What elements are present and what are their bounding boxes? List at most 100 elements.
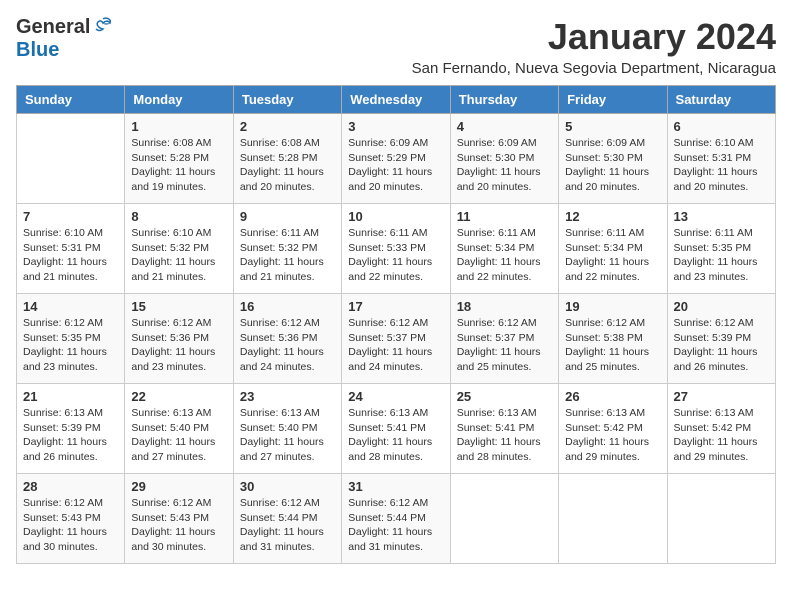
calendar-cell: 30 Sunrise: 6:12 AMSunset: 5:44 PMDaylig… (233, 474, 341, 564)
calendar-cell: 21 Sunrise: 6:13 AMSunset: 5:39 PMDaylig… (17, 384, 125, 474)
day-number: 5 (565, 119, 660, 134)
calendar-cell: 16 Sunrise: 6:12 AMSunset: 5:36 PMDaylig… (233, 294, 341, 384)
day-detail: Sunrise: 6:10 AMSunset: 5:31 PMDaylight:… (674, 136, 769, 195)
day-number: 3 (348, 119, 443, 134)
day-number: 18 (457, 299, 552, 314)
calendar-week-1: 1 Sunrise: 6:08 AMSunset: 5:28 PMDayligh… (17, 114, 776, 204)
day-detail: Sunrise: 6:11 AMSunset: 5:34 PMDaylight:… (457, 226, 552, 285)
calendar-cell (667, 474, 775, 564)
month-title: January 2024 (412, 16, 776, 58)
calendar-cell: 8 Sunrise: 6:10 AMSunset: 5:32 PMDayligh… (125, 204, 233, 294)
calendar-cell: 13 Sunrise: 6:11 AMSunset: 5:35 PMDaylig… (667, 204, 775, 294)
day-number: 12 (565, 209, 660, 224)
day-number: 23 (240, 389, 335, 404)
calendar-cell: 17 Sunrise: 6:12 AMSunset: 5:37 PMDaylig… (342, 294, 450, 384)
page-header: General Blue January 2024 San Fernando, … (16, 16, 776, 77)
calendar-cell (559, 474, 667, 564)
calendar-cell: 7 Sunrise: 6:10 AMSunset: 5:31 PMDayligh… (17, 204, 125, 294)
col-header-monday: Monday (125, 86, 233, 114)
day-number: 25 (457, 389, 552, 404)
day-number: 7 (23, 209, 118, 224)
col-header-sunday: Sunday (17, 86, 125, 114)
day-detail: Sunrise: 6:13 AMSunset: 5:40 PMDaylight:… (131, 406, 226, 465)
day-number: 19 (565, 299, 660, 314)
calendar-cell: 11 Sunrise: 6:11 AMSunset: 5:34 PMDaylig… (450, 204, 558, 294)
day-detail: Sunrise: 6:11 AMSunset: 5:33 PMDaylight:… (348, 226, 443, 285)
calendar-week-4: 21 Sunrise: 6:13 AMSunset: 5:39 PMDaylig… (17, 384, 776, 474)
calendar-cell: 14 Sunrise: 6:12 AMSunset: 5:35 PMDaylig… (17, 294, 125, 384)
day-detail: Sunrise: 6:12 AMSunset: 5:36 PMDaylight:… (240, 316, 335, 375)
day-detail: Sunrise: 6:12 AMSunset: 5:39 PMDaylight:… (674, 316, 769, 375)
day-detail: Sunrise: 6:12 AMSunset: 5:37 PMDaylight:… (457, 316, 552, 375)
day-number: 29 (131, 479, 226, 494)
day-number: 1 (131, 119, 226, 134)
calendar-cell: 2 Sunrise: 6:08 AMSunset: 5:28 PMDayligh… (233, 114, 341, 204)
day-detail: Sunrise: 6:09 AMSunset: 5:30 PMDaylight:… (457, 136, 552, 195)
calendar-cell: 27 Sunrise: 6:13 AMSunset: 5:42 PMDaylig… (667, 384, 775, 474)
day-detail: Sunrise: 6:12 AMSunset: 5:44 PMDaylight:… (240, 496, 335, 555)
day-number: 8 (131, 209, 226, 224)
day-detail: Sunrise: 6:08 AMSunset: 5:28 PMDaylight:… (240, 136, 335, 195)
day-detail: Sunrise: 6:12 AMSunset: 5:38 PMDaylight:… (565, 316, 660, 375)
day-detail: Sunrise: 6:10 AMSunset: 5:31 PMDaylight:… (23, 226, 118, 285)
logo: General Blue (16, 16, 114, 62)
col-header-thursday: Thursday (450, 86, 558, 114)
calendar-cell: 4 Sunrise: 6:09 AMSunset: 5:30 PMDayligh… (450, 114, 558, 204)
location-subtitle: San Fernando, Nueva Segovia Department, … (412, 60, 776, 77)
day-detail: Sunrise: 6:11 AMSunset: 5:35 PMDaylight:… (674, 226, 769, 285)
day-number: 31 (348, 479, 443, 494)
day-number: 10 (348, 209, 443, 224)
logo-blue-text: Blue (16, 39, 59, 61)
calendar-cell: 31 Sunrise: 6:12 AMSunset: 5:44 PMDaylig… (342, 474, 450, 564)
calendar-week-5: 28 Sunrise: 6:12 AMSunset: 5:43 PMDaylig… (17, 474, 776, 564)
day-number: 13 (674, 209, 769, 224)
day-detail: Sunrise: 6:09 AMSunset: 5:30 PMDaylight:… (565, 136, 660, 195)
calendar-cell: 26 Sunrise: 6:13 AMSunset: 5:42 PMDaylig… (559, 384, 667, 474)
day-number: 28 (23, 479, 118, 494)
calendar-table: SundayMondayTuesdayWednesdayThursdayFrid… (16, 85, 776, 564)
calendar-week-3: 14 Sunrise: 6:12 AMSunset: 5:35 PMDaylig… (17, 294, 776, 384)
day-detail: Sunrise: 6:13 AMSunset: 5:39 PMDaylight:… (23, 406, 118, 465)
calendar-week-2: 7 Sunrise: 6:10 AMSunset: 5:31 PMDayligh… (17, 204, 776, 294)
title-area: January 2024 San Fernando, Nueva Segovia… (412, 16, 776, 77)
day-detail: Sunrise: 6:12 AMSunset: 5:36 PMDaylight:… (131, 316, 226, 375)
day-number: 9 (240, 209, 335, 224)
calendar-cell: 5 Sunrise: 6:09 AMSunset: 5:30 PMDayligh… (559, 114, 667, 204)
calendar-cell: 20 Sunrise: 6:12 AMSunset: 5:39 PMDaylig… (667, 294, 775, 384)
calendar-cell: 22 Sunrise: 6:13 AMSunset: 5:40 PMDaylig… (125, 384, 233, 474)
day-number: 14 (23, 299, 118, 314)
day-detail: Sunrise: 6:08 AMSunset: 5:28 PMDaylight:… (131, 136, 226, 195)
day-detail: Sunrise: 6:13 AMSunset: 5:40 PMDaylight:… (240, 406, 335, 465)
day-detail: Sunrise: 6:11 AMSunset: 5:32 PMDaylight:… (240, 226, 335, 285)
day-number: 24 (348, 389, 443, 404)
day-detail: Sunrise: 6:13 AMSunset: 5:41 PMDaylight:… (457, 406, 552, 465)
day-number: 6 (674, 119, 769, 134)
col-header-wednesday: Wednesday (342, 86, 450, 114)
calendar-cell: 23 Sunrise: 6:13 AMSunset: 5:40 PMDaylig… (233, 384, 341, 474)
calendar-cell: 1 Sunrise: 6:08 AMSunset: 5:28 PMDayligh… (125, 114, 233, 204)
day-detail: Sunrise: 6:13 AMSunset: 5:42 PMDaylight:… (565, 406, 660, 465)
calendar-header-row: SundayMondayTuesdayWednesdayThursdayFrid… (17, 86, 776, 114)
col-header-friday: Friday (559, 86, 667, 114)
col-header-tuesday: Tuesday (233, 86, 341, 114)
day-number: 26 (565, 389, 660, 404)
day-number: 4 (457, 119, 552, 134)
calendar-cell: 10 Sunrise: 6:11 AMSunset: 5:33 PMDaylig… (342, 204, 450, 294)
calendar-cell (450, 474, 558, 564)
day-number: 2 (240, 119, 335, 134)
calendar-cell: 25 Sunrise: 6:13 AMSunset: 5:41 PMDaylig… (450, 384, 558, 474)
day-detail: Sunrise: 6:09 AMSunset: 5:29 PMDaylight:… (348, 136, 443, 195)
calendar-cell: 15 Sunrise: 6:12 AMSunset: 5:36 PMDaylig… (125, 294, 233, 384)
day-detail: Sunrise: 6:13 AMSunset: 5:41 PMDaylight:… (348, 406, 443, 465)
day-number: 22 (131, 389, 226, 404)
calendar-cell (17, 114, 125, 204)
day-number: 20 (674, 299, 769, 314)
calendar-cell: 29 Sunrise: 6:12 AMSunset: 5:43 PMDaylig… (125, 474, 233, 564)
calendar-cell: 3 Sunrise: 6:09 AMSunset: 5:29 PMDayligh… (342, 114, 450, 204)
day-number: 30 (240, 479, 335, 494)
day-number: 11 (457, 209, 552, 224)
calendar-cell: 6 Sunrise: 6:10 AMSunset: 5:31 PMDayligh… (667, 114, 775, 204)
col-header-saturday: Saturday (667, 86, 775, 114)
calendar-cell: 24 Sunrise: 6:13 AMSunset: 5:41 PMDaylig… (342, 384, 450, 474)
day-detail: Sunrise: 6:12 AMSunset: 5:37 PMDaylight:… (348, 316, 443, 375)
